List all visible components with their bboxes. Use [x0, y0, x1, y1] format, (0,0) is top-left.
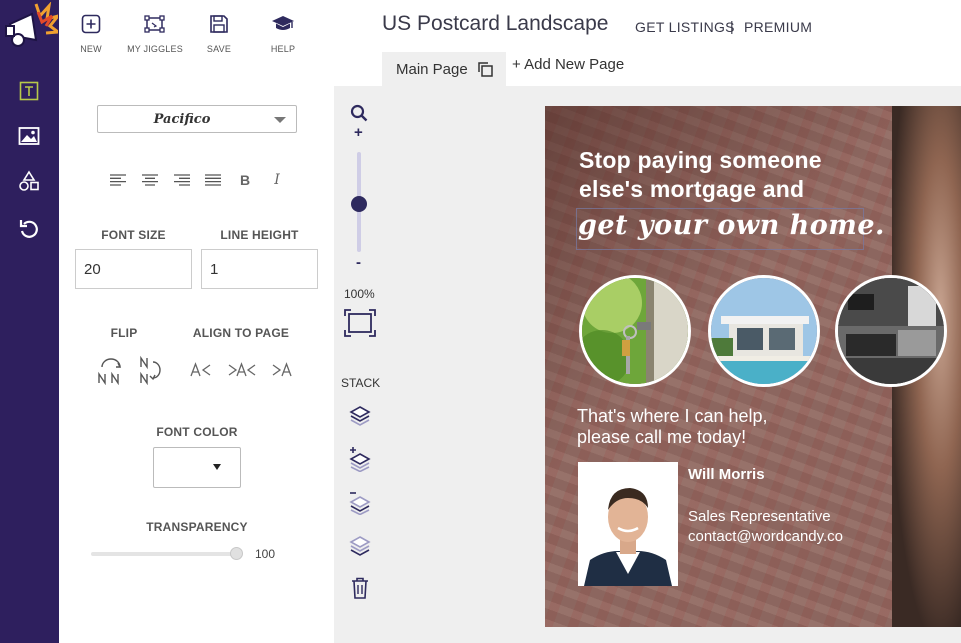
tab-main-page[interactable]: Main Page [382, 52, 506, 86]
save-button[interactable]: SAVE [187, 14, 251, 54]
transparency-value: 100 [255, 547, 276, 561]
premium-link[interactable]: PREMIUM [744, 19, 812, 35]
save-label: SAVE [206, 44, 232, 54]
transparency-track [91, 552, 237, 556]
align-page-center-button[interactable] [226, 360, 258, 380]
fit-screen-icon [344, 309, 376, 337]
font-family-select[interactable]: Pacifico [97, 105, 297, 133]
flip-label: FLIP [110, 326, 138, 340]
transparency-thumb[interactable] [230, 547, 243, 560]
postcard-canvas[interactable]: Stop paying someone else's mortgage and … [545, 106, 961, 627]
image-tool-icon[interactable] [14, 121, 44, 151]
line-height-input[interactable] [201, 249, 318, 289]
send-to-back-button[interactable] [347, 532, 373, 558]
delete-button[interactable] [349, 576, 371, 600]
stack-layers-button[interactable] [347, 402, 373, 428]
zoom-in-button[interactable]: + [354, 124, 363, 141]
new-button[interactable]: NEW [59, 14, 123, 54]
undo-icon[interactable] [14, 214, 44, 244]
chevron-down-icon [274, 117, 286, 123]
font-size-label: FONT SIZE [101, 228, 166, 242]
tab-main-page-label: Main Page [396, 60, 468, 78]
flip-horizontal-icon [98, 358, 122, 385]
align-page-left-icon [190, 362, 211, 377]
photo-circle-keys[interactable] [579, 275, 691, 387]
add-new-page-button[interactable]: + Add New Page [512, 56, 624, 73]
subtext-line-1: That's where I can help, [577, 406, 768, 426]
my-jiggles-button[interactable]: MY JIGGLES [123, 14, 187, 54]
send-backward-icon [349, 492, 371, 515]
bold-button[interactable]: B [234, 170, 256, 190]
agent-name[interactable]: Will Morris [688, 466, 765, 483]
zoom-out-button[interactable]: - [356, 254, 361, 271]
align-justify-icon [205, 174, 221, 186]
postcard-script-line[interactable]: get your own home. [578, 210, 885, 241]
bring-forward-button[interactable] [347, 445, 373, 473]
transparency-slider[interactable] [91, 547, 243, 560]
align-right-button[interactable] [171, 170, 193, 190]
photo-circle-house[interactable] [708, 275, 820, 387]
headline-line-2: else's mortgage and [579, 176, 805, 202]
app-logo[interactable] [2, 1, 63, 52]
align-justify-button[interactable] [202, 170, 224, 190]
search-icon [350, 104, 368, 122]
zoom-search-button[interactable] [349, 103, 369, 123]
line-height-label: LINE HEIGHT [220, 228, 299, 242]
graduation-cap-icon [272, 16, 294, 30]
zoom-level: 100% [344, 287, 375, 301]
align-left-button[interactable] [107, 170, 129, 190]
send-to-back-icon [349, 536, 371, 556]
align-page-right-icon [272, 362, 292, 377]
postcard-headline[interactable]: Stop paying someone else's mortgage and [579, 146, 822, 204]
align-page-left-button[interactable] [188, 360, 214, 380]
font-family-value: Pacifico [153, 112, 211, 127]
font-color-label: FONT COLOR [156, 425, 238, 439]
photo-circle-interior[interactable] [835, 275, 947, 387]
align-page-center-icon [228, 362, 256, 377]
send-backward-button[interactable] [347, 488, 373, 516]
italic-button[interactable]: I [266, 170, 288, 190]
align-to-page-label: ALIGN TO PAGE [192, 326, 290, 340]
help-button[interactable]: HELP [251, 14, 315, 54]
transparency-label: TRANSPARENCY [146, 520, 248, 534]
left-rail [0, 0, 63, 643]
agent-email[interactable]: contact@wordcandy.co [688, 528, 843, 545]
postcard-subtext[interactable]: That's where I can help, please call me … [577, 406, 768, 448]
align-center-icon [142, 174, 158, 186]
fit-to-screen-button[interactable] [343, 308, 377, 338]
new-icon [81, 14, 101, 34]
layers-icon [349, 406, 371, 426]
get-listings-link[interactable]: GET LISTINGS [635, 19, 735, 35]
font-color-select[interactable] [153, 447, 241, 488]
caret-down-icon [213, 464, 221, 470]
shapes-tool-icon[interactable] [14, 166, 44, 196]
save-icon [210, 15, 228, 33]
agent-headshot[interactable] [578, 462, 678, 586]
font-size-input[interactable] [75, 249, 192, 289]
align-right-icon [174, 174, 190, 186]
align-page-right-button[interactable] [269, 360, 295, 380]
flip-horizontal-button[interactable] [95, 354, 127, 386]
jiggles-icon [144, 15, 165, 33]
subtext-line-2: please call me today! [577, 427, 747, 447]
new-label: NEW [80, 44, 102, 54]
align-left-icon [110, 174, 126, 186]
zoom-slider-thumb[interactable] [351, 196, 367, 212]
document-title[interactable]: US Postcard Landscape [382, 12, 608, 36]
headline-line-1: Stop paying someone [579, 147, 822, 173]
stack-label: STACK [341, 376, 381, 390]
agent-role[interactable]: Sales Representative [688, 508, 831, 525]
jiggles-label: MY JIGGLES [127, 44, 183, 54]
header-separator: | [730, 18, 734, 34]
duplicate-page-icon[interactable] [477, 61, 493, 77]
align-center-button[interactable] [139, 170, 161, 190]
text-tool-icon[interactable] [14, 76, 44, 106]
flip-vertical-icon [140, 355, 161, 385]
help-label: HELP [270, 44, 296, 54]
trash-icon [352, 577, 368, 599]
bring-forward-icon [349, 447, 371, 472]
flip-vertical-button[interactable] [135, 354, 167, 386]
